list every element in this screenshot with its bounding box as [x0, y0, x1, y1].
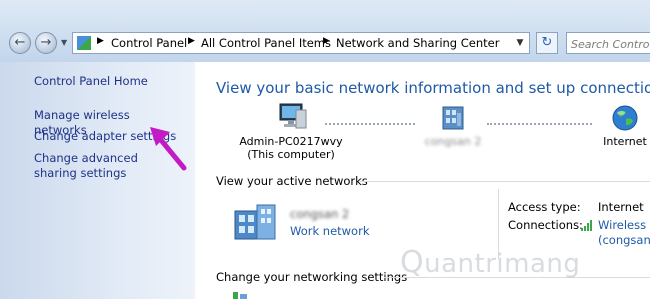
- window-toolbar: ← → ▼ ▶ Control Panel ▶ All Control Pane…: [0, 0, 650, 62]
- search-box[interactable]: [566, 32, 650, 54]
- access-type-value: Internet: [598, 200, 644, 214]
- computer-icon: [279, 103, 307, 129]
- recent-pages-dropdown[interactable]: ▼: [61, 38, 67, 47]
- search-input[interactable]: [571, 35, 650, 54]
- map-network-label: congsan 2: [424, 135, 482, 148]
- refresh-button[interactable]: ↻: [536, 32, 558, 54]
- control-panel-icon: [77, 36, 91, 50]
- refresh-icon: ↻: [541, 35, 553, 50]
- page-heading: View your basic network information and …: [216, 79, 650, 97]
- watermark: Quantrimang: [400, 245, 580, 280]
- back-button[interactable]: ←: [9, 32, 31, 54]
- network-type-link[interactable]: Work network: [290, 224, 369, 238]
- computer-name-label: Admin-PC0217wvy: [239, 135, 343, 148]
- map-computer-node[interactable]: Admin-PC0217wvy (This computer): [236, 102, 346, 161]
- internet-label: Internet: [603, 135, 647, 148]
- active-networks-title: View your active networks: [216, 174, 368, 188]
- section-divider: [360, 181, 650, 182]
- map-link-line: [487, 123, 592, 125]
- connections-label: Connections:: [508, 218, 583, 232]
- work-network-icon: [234, 204, 276, 240]
- breadcrumb-separator-icon[interactable]: ▶: [97, 36, 104, 46]
- map-internet-node[interactable]: Internet: [595, 104, 650, 148]
- network-building-icon: [442, 106, 464, 130]
- left-task-pane: Control Panel Home Manage wireless netwo…: [0, 62, 195, 299]
- forward-button[interactable]: →: [35, 32, 57, 54]
- active-network-name: congsan 2: [290, 207, 350, 221]
- map-network-node[interactable]: congsan 2: [423, 104, 483, 148]
- wireless-connection-link[interactable]: Wireless N: [598, 218, 650, 232]
- watermark-text: uantrimang: [424, 249, 581, 279]
- change-settings-title: Change your networking settings: [216, 270, 408, 284]
- breadcrumb-network-sharing[interactable]: Network and Sharing Center: [336, 36, 499, 50]
- watermark-q-logo-icon: Q: [400, 245, 425, 280]
- breadcrumb-separator-icon[interactable]: ▶: [323, 36, 330, 46]
- map-link-line: [325, 123, 415, 125]
- computer-caption-label: (This computer): [247, 148, 335, 161]
- address-dropdown-icon[interactable]: ▼: [513, 35, 527, 51]
- address-bar[interactable]: ▶ Control Panel ▶ All Control Panel Item…: [72, 32, 530, 54]
- breadcrumb-all-items[interactable]: All Control Panel Items: [201, 36, 331, 50]
- globe-icon: [612, 105, 638, 131]
- control-panel-home-link[interactable]: Control Panel Home: [34, 74, 184, 89]
- access-type-label: Access type:: [508, 200, 581, 214]
- setting-item-icon: [233, 292, 247, 299]
- breadcrumb-separator-icon[interactable]: ▶: [188, 36, 195, 46]
- wireless-connection-ssid-link[interactable]: (congsan): [598, 233, 650, 247]
- breadcrumb-control-panel[interactable]: Control Panel: [111, 36, 187, 50]
- wireless-signal-icon: [581, 220, 592, 231]
